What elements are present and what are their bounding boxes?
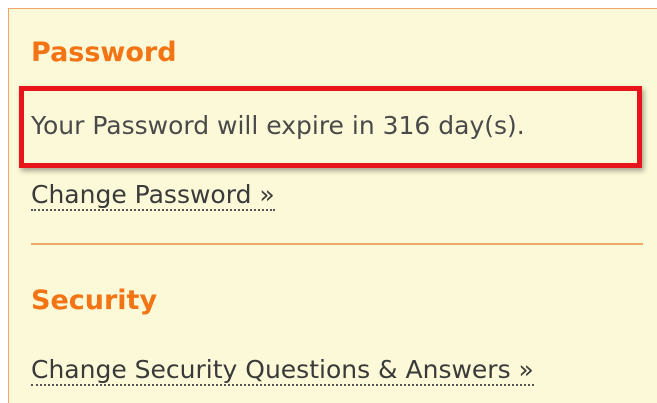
account-settings-panel: Password Your Password will expire in 31…	[8, 8, 657, 403]
security-heading: Security	[31, 285, 158, 316]
change-password-link[interactable]: Change Password »	[31, 182, 275, 211]
password-expiry-message: Your Password will expire in 316 day(s).	[31, 111, 525, 140]
section-divider	[31, 243, 643, 245]
password-heading: Password	[31, 37, 177, 68]
change-security-questions-link[interactable]: Change Security Questions & Answers »	[31, 357, 534, 386]
